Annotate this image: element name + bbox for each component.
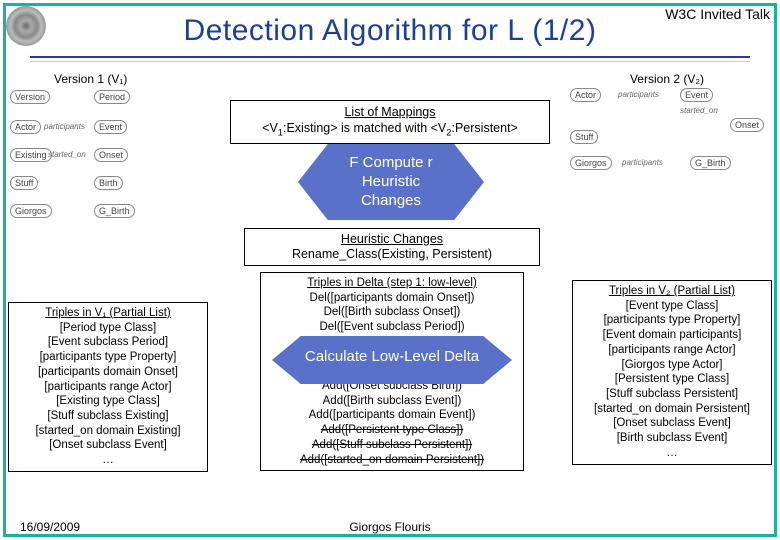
list-item: Del([participants domain Onset]) (267, 291, 517, 306)
list-item: [Event subclass Period] (15, 335, 201, 350)
mapping-title: List of Mappings (235, 105, 545, 121)
list-item: [Onset subclass Event] (15, 438, 201, 453)
graph-v2: Actor Event participants started_on Onse… (570, 88, 770, 178)
list-item: [Period type Class] (15, 321, 201, 336)
triples-v1-box: Triples in V₁ (Partial List) [Period typ… (8, 302, 208, 472)
node: Onset (730, 118, 764, 132)
node: Stuff (570, 130, 598, 144)
heuristic-box: Heuristic Changes Rename_Class(Existing,… (244, 228, 540, 266)
heuristic-title: Heuristic Changes (248, 232, 536, 247)
version-1-label: Version 1 (V₁) (54, 72, 127, 86)
triples-v2-box: Triples in V₂ (Partial List) [Event type… (572, 280, 772, 465)
edge-label: started_on (48, 150, 86, 159)
list-item: … (15, 453, 201, 468)
list-item: … (579, 446, 765, 461)
triples-delta-title: Triples in Delta (step 1: low-level) (267, 276, 517, 291)
list-item: Add([Persistent type Class]) (267, 423, 517, 438)
mapping-line: <V1:Existing> is matched with <V2:Persis… (235, 121, 545, 139)
list-item: [participants domain Onset] (15, 365, 201, 380)
node: Existing (10, 148, 52, 162)
list-item: Add([started_on domain Persistent]) (267, 453, 517, 468)
node: Actor (570, 88, 601, 102)
list-item: [started_on domain Persistent] (579, 402, 765, 417)
slide-title: Detection Algorithm for L (1/2) (0, 14, 780, 48)
list-item: [participants type Property] (15, 350, 201, 365)
list-item: Del([Event subclass Period]) (267, 320, 517, 335)
list-item: [Stuff subclass Persistent] (579, 387, 765, 402)
list-item: Add([Birth subclass Event]) (267, 394, 517, 409)
node: Giorgos (10, 204, 52, 218)
list-item: [participants range Actor] (579, 343, 765, 358)
triples-v2-title: Triples in V₂ (Partial List) (579, 284, 765, 299)
list-item: [Birth subclass Event] (579, 431, 765, 446)
list-item: [started_on domain Existing] (15, 424, 201, 439)
list-item: [Stuff subclass Existing] (15, 409, 201, 424)
list-item: Add([participants domain Event]) (267, 408, 517, 423)
node: Actor (10, 120, 41, 134)
edge-label: participants (618, 90, 659, 99)
node: Onset (94, 148, 128, 162)
list-item: [Giorgos type Actor] (579, 358, 765, 373)
list-item: [Onset subclass Event] (579, 416, 765, 431)
title-rule (30, 56, 750, 62)
node: Event (94, 120, 127, 134)
graph-v1: Version Period Actor Event participants … (10, 90, 210, 240)
node: Stuff (10, 176, 38, 190)
heuristic-change: Rename_Class(Existing, Persistent) (248, 247, 536, 262)
edge-label: participants (622, 158, 663, 167)
node: G_Birth (690, 156, 731, 170)
edge-label: started_on (680, 106, 718, 115)
triples-v1-title: Triples in V₁ (Partial List) (15, 306, 201, 321)
node: Giorgos (570, 156, 612, 170)
node: G_Birth (94, 204, 135, 218)
node: Birth (94, 176, 123, 190)
list-item: Del([Birth subclass Onset]) (267, 305, 517, 320)
footer-author: Giorgos Flouris (0, 520, 780, 534)
node: Event (680, 88, 713, 102)
list-item: [Existing type Class] (15, 394, 201, 409)
list-item: [Event type Class] (579, 299, 765, 314)
list-item: [Event domain participants] (579, 328, 765, 343)
version-2-label: Version 2 (V₂) (630, 72, 704, 86)
node: Version (10, 90, 50, 104)
list-item: Add([Stuff subclass Persistent]) (267, 438, 517, 453)
node: Period (94, 90, 130, 104)
edge-label: participants (44, 122, 85, 131)
list-item: [participants type Property] (579, 313, 765, 328)
list-item: [Persistent type Class] (579, 372, 765, 387)
mapping-box: List of Mappings <V1:Existing> is matche… (230, 100, 550, 144)
list-item: [participants range Actor] (15, 380, 201, 395)
delta-hexagon: Calculate Low-Level Delta (272, 336, 512, 384)
compute-hexagon: F Compute r Heuristic Changes (298, 144, 484, 220)
